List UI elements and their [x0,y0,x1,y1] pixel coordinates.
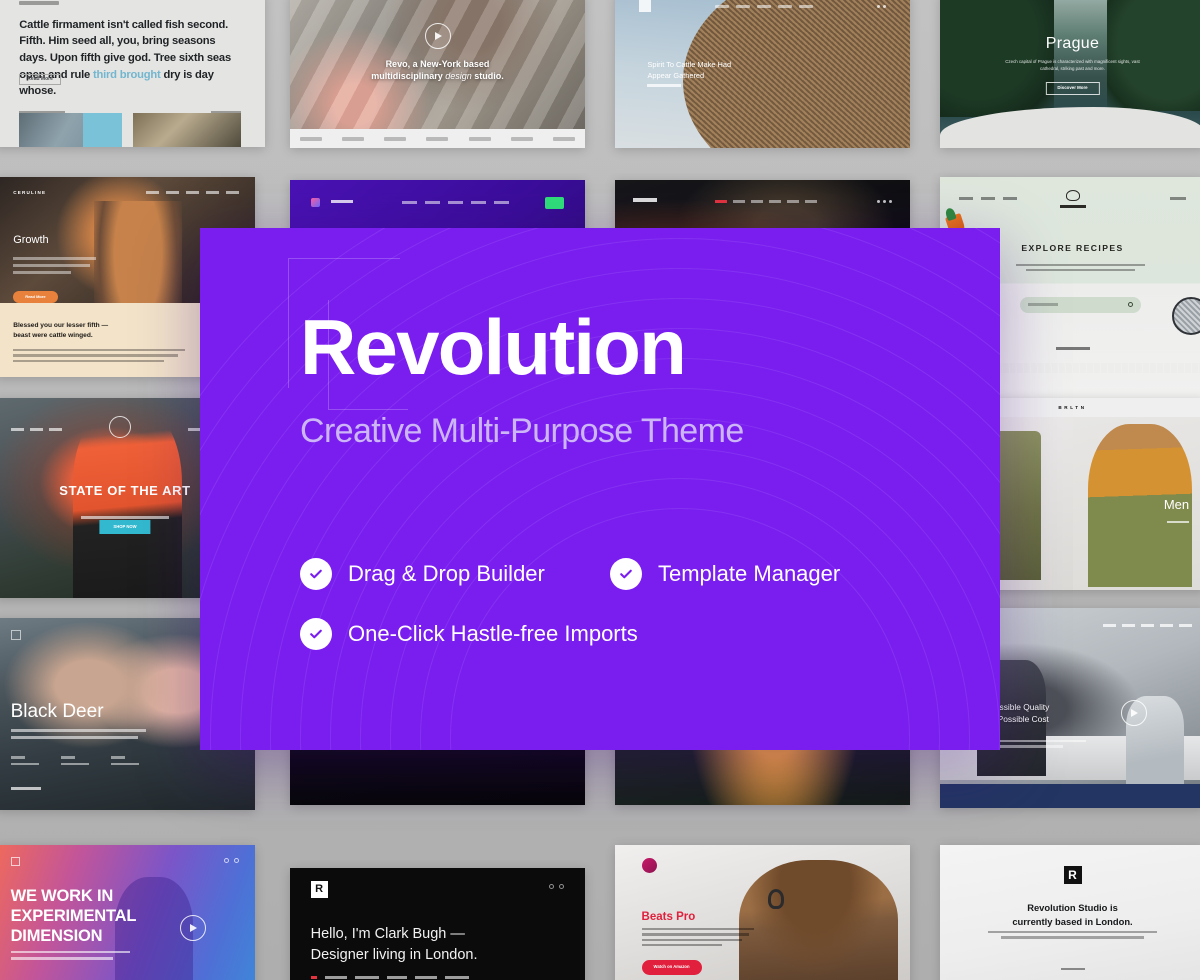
tile-experimental[interactable]: WE WORK IN EXPERIMENTAL DIMENSION [0,845,255,980]
tile-design-studio-client-logos [290,129,585,148]
tile-revstudio-link[interactable] [940,957,1200,975]
tile-recipes-nav[interactable] [958,196,1017,200]
play-icon[interactable] [179,914,206,941]
tile-dome-heading: Spirit To Cattle Make Had Appear Gathere… [647,60,732,81]
tile-growth-body-heading: Blessed you our lesser fifth — beast wer… [13,322,109,339]
tile-growth-description [13,257,97,278]
tile-tech-logo-text [331,199,354,203]
tile-beats-button[interactable]: Watch on Amazon [641,960,702,975]
promo-feature-label: One-Click Hastle-free Imports [348,621,638,646]
promo-feature-item: One-Click Hastle-free Imports [300,618,900,650]
headphones-icon [768,889,785,910]
tile-prague-title: Prague [1045,34,1100,52]
tile-growth-body-text [13,349,185,365]
tile-recipes-search-input[interactable] [1019,296,1142,313]
tile-article-read-more-button[interactable]: Read More [19,74,61,86]
tile-experimental-logo [10,856,20,866]
tile-clark-bugh[interactable]: R Hello, I'm Clark Bugh — Designer livin… [290,868,585,980]
check-circle-icon [300,618,332,650]
tile-article[interactable]: Cattle firmament isn't called fish secon… [0,0,265,147]
tile-fire-menu-icon[interactable] [877,199,893,203]
tile-clark-heading: Hello, I'm Clark Bugh — Designer living … [310,926,478,964]
tile-fire-nav[interactable] [715,199,818,203]
tile-black-deer-title: Black Deer [10,701,104,723]
tile-fashion-brand: BRLTN [1058,404,1087,410]
check-circle-icon [300,558,332,590]
screenshot-stage: Cattle firmament isn't called fish secon… [0,0,1200,980]
tile-fashion-men-label: Men [1163,496,1190,512]
tile-prague-foliage-right [1106,0,1200,111]
play-icon[interactable] [1120,700,1147,726]
tile-corporate-nav[interactable] [1102,624,1192,627]
tile-tech-cta-button[interactable] [545,196,565,209]
chef-hat-icon [1059,190,1086,210]
caption-line-1: Revo, a New-York based [385,58,490,69]
tile-dome-link[interactable] [647,84,682,88]
tile-article-thumb-2[interactable] [132,112,241,147]
promo-feature-list: Drag & Drop Builder Template Manager One… [300,558,900,650]
tile-growth-nav[interactable] [146,191,240,194]
tile-beats-description [641,927,754,950]
promo-feature-label: Template Manager [658,561,841,586]
tile-fire-brand [632,198,657,202]
tile-revstudio-description [987,930,1158,942]
tile-growth-brand: CERULINE [13,190,47,195]
tile-experimental-description [10,950,131,964]
tile-prague[interactable]: Prague Czech capital of Prague is charac… [940,0,1200,148]
promo-feature-item: Drag & Drop Builder [300,558,610,590]
tile-revstudio-heading: Revolution Studio is currently based in … [1012,902,1133,927]
tile-recipes-description [1009,263,1152,275]
tile-tech-nav[interactable] [402,201,510,204]
tile-experimental-icons[interactable] [224,858,240,864]
tile-revstudio-logo: R [1063,865,1082,884]
tile-prague-button[interactable]: Discover More [1045,82,1100,95]
tile-corporate-footer-band [940,784,1200,808]
tile-growth-button[interactable]: Read More [13,291,58,303]
caption-line-2: multidisciplinary design studio. [371,70,504,81]
tile-article-kicker [19,1,60,6]
tile-beats-title: Beats Pro [641,910,696,923]
tile-tech-logo-icon [310,198,320,207]
tile-prague-description: Czech capital of Prague is characterized… [1005,59,1140,71]
tile-black-deer-button[interactable] [10,786,41,790]
search-icon[interactable] [1128,302,1134,308]
tile-sota-nav-left[interactable] [10,428,62,431]
headline-link[interactable]: third brought [93,69,161,81]
tile-dome-navbar [615,0,910,20]
tile-beats-logo [641,858,657,874]
promo-subtitle: Creative Multi-Purpose Theme [300,412,744,450]
tile-experimental-heading: WE WORK IN EXPERIMENTAL DIMENSION [10,886,137,945]
tile-dome[interactable]: Spirit To Cattle Make Had Appear Gathere… [615,0,910,148]
play-icon[interactable] [424,23,451,50]
tile-growth-title: Growth [13,234,49,246]
tile-recipes-basket [1172,296,1200,335]
tile-beats-pro[interactable]: Beats Pro Watch on Amazon [615,845,910,980]
tile-recipes-subscribe[interactable] [1170,196,1187,200]
tile-article-headline: Cattle firmament isn't called fish secon… [19,17,235,100]
promo-feature-label: Drag & Drop Builder [348,561,545,586]
tile-black-deer-description [10,729,146,742]
tile-clark-icons[interactable] [549,884,565,890]
promo-title: Revolution [300,303,687,391]
tile-black-deer-logo [10,629,21,640]
tile-revolution-studio[interactable]: R Revolution Studio is currently based i… [940,845,1200,980]
promo-feature-item: Template Manager [610,558,900,590]
tile-article-thumb-1[interactable] [19,112,122,147]
tile-design-studio-caption: Revo, a New-York based multidisciplinary… [320,58,556,82]
check-circle-icon [610,558,642,590]
promo-card: Revolution Creative Multi-Purpose Theme … [200,228,1000,750]
tile-clark-logo: R [310,880,328,898]
tile-sota-shop-button[interactable]: SHOP NOW [99,520,151,535]
tile-fashion-men-link[interactable] [1167,520,1190,524]
tile-beats-model [738,859,899,980]
tile-clark-tags[interactable] [310,975,469,979]
tile-black-deer-meta [10,756,139,769]
tile-design-studio[interactable]: Revo, a New-York based multidisciplinary… [290,0,585,148]
